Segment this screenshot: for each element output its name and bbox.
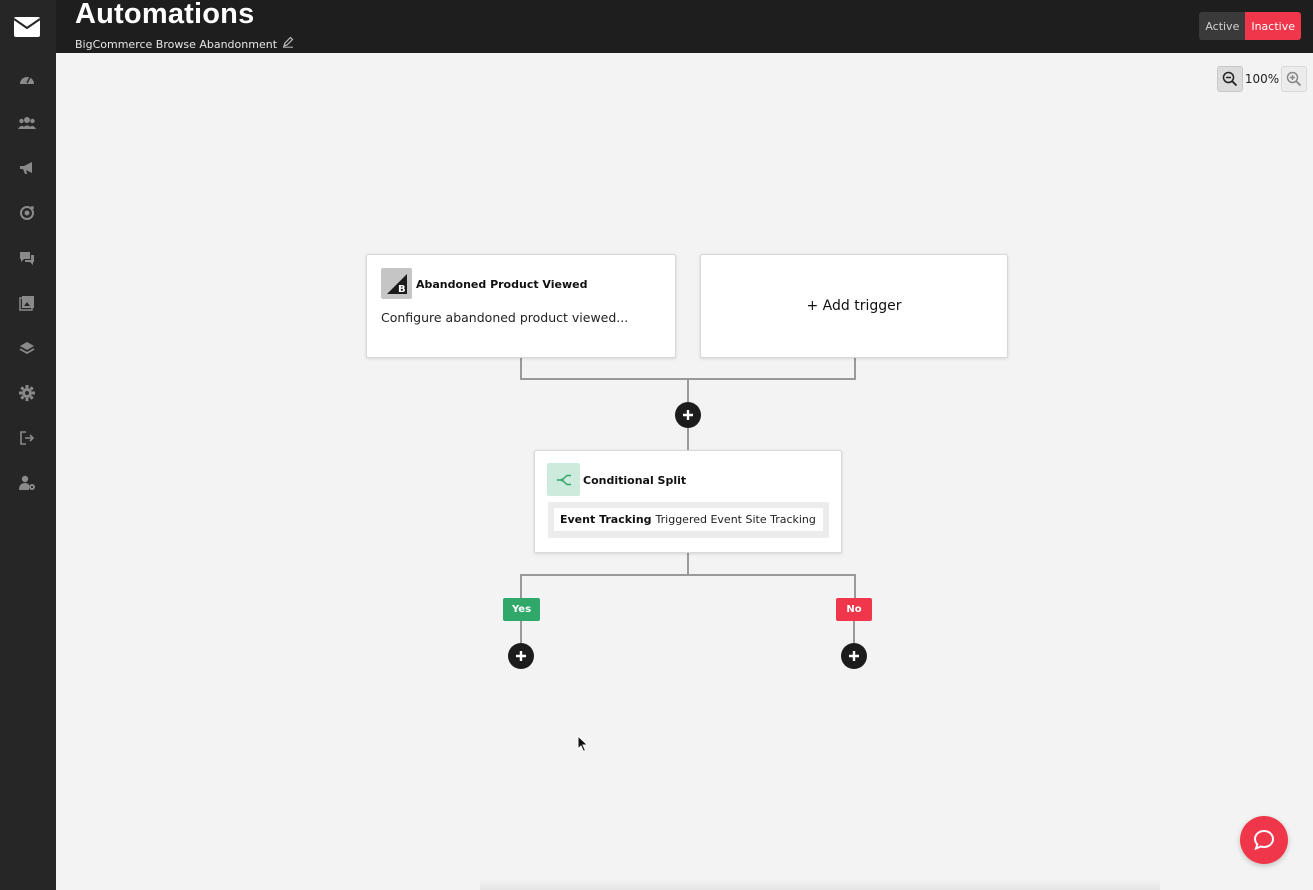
condition-type: Event Tracking	[560, 513, 652, 526]
zoom-in-button[interactable]	[1281, 66, 1307, 92]
status-toggle: Active Inactive	[1199, 12, 1301, 40]
add-step-yes-button[interactable]	[508, 643, 534, 669]
workflow-connectors	[520, 358, 856, 643]
inactive-toggle-button[interactable]: Inactive	[1245, 12, 1301, 40]
trigger-description: Configure abandoned product viewed...	[381, 310, 629, 325]
condition-box: Event Tracking Triggered Event Site Trac…	[548, 502, 829, 538]
contacts-icon[interactable]	[16, 112, 38, 134]
settings-gear-icon[interactable]	[16, 382, 38, 404]
no-branch-label: No	[836, 598, 872, 621]
yes-branch-label: Yes	[503, 598, 540, 621]
svg-text:B: B	[398, 284, 406, 295]
page-header: Automations BigCommerce Browse Abandonme…	[56, 0, 1313, 53]
condition-row: Event Tracking Triggered Event Site Trac…	[554, 508, 823, 531]
add-step-button[interactable]	[675, 402, 701, 428]
split-title: Conditional Split	[583, 474, 687, 487]
logout-icon[interactable]	[16, 427, 38, 449]
add-trigger-card[interactable]: + Add trigger	[700, 254, 1008, 358]
mail-logo-icon[interactable]	[13, 17, 41, 37]
trigger-card[interactable]: B Abandoned Product Viewed Configure aba…	[366, 254, 676, 358]
plus-icon	[683, 410, 693, 420]
edit-pencil-icon[interactable]	[282, 35, 294, 53]
split-branch-icon	[547, 463, 580, 496]
automations-icon[interactable]	[16, 202, 38, 224]
media-gallery-icon[interactable]	[16, 292, 38, 314]
zoom-out-icon	[1222, 71, 1238, 87]
chat-bubble-icon	[1253, 829, 1275, 851]
mouse-cursor-icon	[577, 734, 589, 758]
zoom-out-button[interactable]	[1217, 66, 1243, 92]
automation-name-row: BigCommerce Browse Abandonment	[75, 35, 294, 53]
bigcommerce-logo-icon: B	[381, 268, 412, 299]
plus-icon	[516, 651, 526, 661]
plus-icon	[849, 651, 859, 661]
zoom-in-icon	[1286, 71, 1302, 87]
zoom-level: 100%	[1244, 72, 1280, 86]
condition-detail: Triggered Event Site Tracking	[655, 513, 816, 526]
active-toggle-button[interactable]: Active	[1199, 12, 1246, 40]
dashboard-icon[interactable]	[16, 68, 38, 90]
zoom-controls: 100%	[1217, 66, 1307, 92]
page-title: Automations	[75, 0, 255, 30]
add-step-no-button[interactable]	[841, 643, 867, 669]
trigger-title: Abandoned Product Viewed	[416, 278, 588, 291]
add-trigger-label: + Add trigger	[806, 298, 902, 314]
campaigns-megaphone-icon[interactable]	[16, 157, 38, 179]
automation-name: BigCommerce Browse Abandonment	[75, 37, 278, 51]
integrations-layers-icon[interactable]	[16, 337, 38, 359]
conversations-icon[interactable]	[16, 247, 38, 269]
conditional-split-card[interactable]: Conditional Split Event Tracking Trigger…	[534, 450, 842, 553]
panel-edge-shadow	[480, 880, 1160, 890]
sidebar	[0, 0, 56, 890]
account-settings-icon[interactable]	[16, 472, 38, 494]
chat-support-button[interactable]	[1240, 816, 1288, 864]
